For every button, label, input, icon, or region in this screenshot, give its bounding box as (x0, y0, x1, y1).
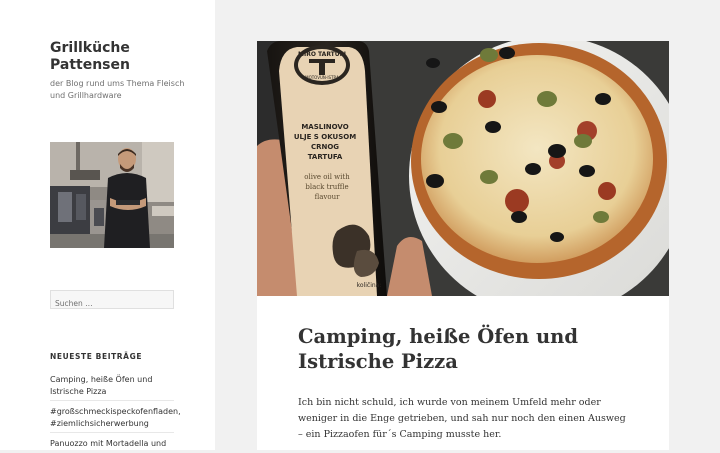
recent-posts-heading: NEUESTE BEITRÄGE (50, 352, 143, 361)
recent-post-link[interactable]: #großschmeckispeckofenfladen, #ziemlichs… (50, 400, 181, 432)
recent-post-link[interactable]: Panuozzo mit Mortadella und (50, 432, 174, 453)
sidebar: Grillküche Pattensen der Blog rund ums T… (0, 0, 215, 450)
recent-posts-list: Camping, heiße Öfen und Istrische Pizza … (50, 370, 181, 453)
bottle-brand: MIRO TARTUFI (298, 51, 346, 58)
bottle-name-2: ULJE S OKUSOM (294, 133, 356, 141)
bottle-name-1: MASLINOVO (301, 123, 348, 131)
recent-post-link[interactable]: Camping, heiße Öfen und Istrische Pizza (50, 370, 174, 400)
bottle-english-3: flavour (315, 193, 341, 201)
post-featured-image[interactable]: MIRO TARTUFI MOTOVUN-ISTRA MASLINOVO ULJ… (257, 41, 669, 296)
author-photo (50, 142, 174, 248)
bottle-english-1: olive oil with (304, 173, 350, 181)
post-excerpt: Ich bin nicht schuld, ich wurde von mein… (298, 397, 626, 440)
bottle-origin: MOTOVUN-ISTRA (305, 75, 339, 80)
post-card: MIRO TARTUFI MOTOVUN-ISTRA MASLINOVO ULJ… (257, 41, 669, 450)
bottle-name-3: CRNOG (311, 143, 339, 151)
bottle-quantity: količina: (357, 282, 382, 289)
site-title[interactable]: Grillküche Pattensen (50, 40, 200, 74)
site-description: der Blog rund ums Thema Fleisch und Gril… (50, 79, 185, 100)
search-input[interactable] (51, 295, 173, 312)
post-title[interactable]: Camping, heiße Öfen und Istrische Pizza (298, 324, 638, 374)
search-field[interactable] (50, 290, 174, 312)
bottle-english-2: black truffle (305, 183, 348, 191)
bottle-name-4: TARTUFA (308, 153, 343, 161)
